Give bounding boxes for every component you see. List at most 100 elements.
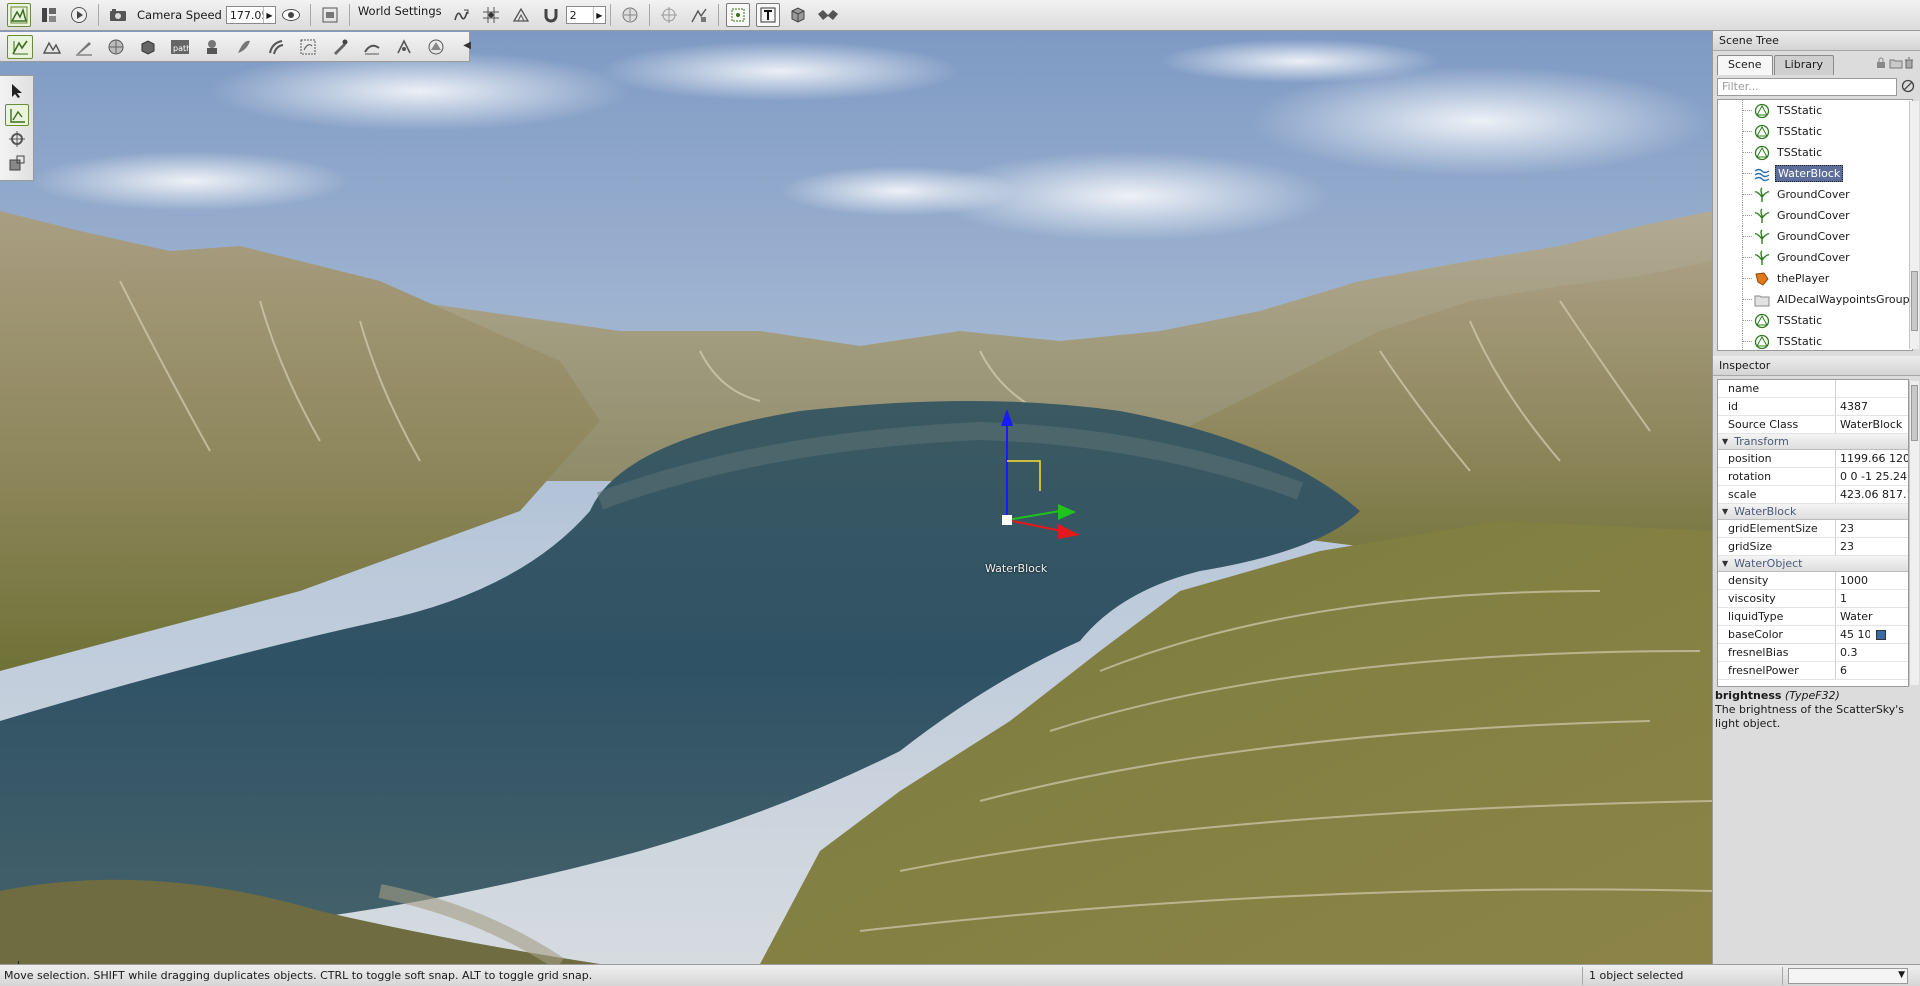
property-value[interactable]: 1 (1836, 590, 1908, 607)
tree-item-tsstatic[interactable]: TSStatic (1718, 310, 1912, 331)
visibility-eye-icon[interactable] (279, 3, 303, 27)
scrollbar-thumb[interactable] (1911, 271, 1918, 331)
scene-filter-input[interactable]: Filter... (1717, 78, 1897, 96)
world-editor-icon[interactable] (7, 3, 31, 27)
world-transform-icon[interactable] (725, 3, 750, 27)
select-arrow-icon[interactable] (5, 80, 29, 102)
object-snap-icon[interactable] (509, 3, 533, 27)
property-value[interactable]: 423.06 817.1 (1836, 486, 1908, 503)
property-value[interactable]: 6 (1836, 662, 1908, 679)
property-row-position[interactable]: position 1199.66 120 (1718, 450, 1908, 468)
tree-item-theplayer[interactable]: thePlayer (1718, 268, 1912, 289)
property-row-grid-element-size[interactable]: gridElementSize 23 (1718, 520, 1908, 538)
tree-item-aidecalwaypointsgroup[interactable]: AIDecalWaypointsGroup (1718, 289, 1912, 310)
tree-item-groundcover[interactable]: GroundCover (1718, 247, 1912, 268)
drop-at-camera-icon[interactable] (816, 3, 840, 27)
property-row-viscosity[interactable]: viscosity 1 (1718, 590, 1908, 608)
bounds-center-icon[interactable] (687, 3, 711, 27)
3d-viewport[interactable]: WaterBlock (0, 31, 1712, 964)
grid-snap-icon[interactable] (479, 3, 503, 27)
scene-tree-scrollbar[interactable] (1909, 101, 1919, 349)
property-row-grid-size[interactable]: gridSize 23 (1718, 538, 1908, 556)
inspector-scrollbar[interactable] (1909, 381, 1919, 685)
camera-icon[interactable] (106, 3, 130, 27)
river-editor-icon[interactable] (295, 35, 321, 59)
color-swatch[interactable] (1876, 629, 1886, 640)
snap-size-arrow-icon[interactable]: ▶ (592, 7, 605, 23)
property-value[interactable]: WaterBlock (1836, 416, 1908, 433)
selection-mode-icon[interactable] (618, 3, 642, 27)
camera-view-icon[interactable] (318, 3, 342, 27)
terrain-editor-icon[interactable] (39, 35, 65, 59)
collapse-triangle-icon[interactable]: ▼ (1722, 559, 1728, 568)
object-center-icon[interactable] (657, 3, 681, 27)
property-row-rotation[interactable]: rotation 0 0 -1 25.24 (1718, 468, 1908, 486)
chevron-down-icon[interactable]: ▼ (1898, 970, 1905, 980)
tree-item-tsstatic[interactable]: TSStatic (1718, 142, 1912, 163)
property-value[interactable]: Water (1836, 608, 1908, 625)
palette-collapse-icon[interactable]: ◀ (463, 40, 471, 51)
tree-item-tsstatic[interactable]: TSStatic (1718, 100, 1912, 121)
terrain-painter-icon[interactable] (71, 35, 97, 59)
tree-item-groundcover[interactable]: GroundCover (1718, 184, 1912, 205)
sketch-tool-icon[interactable] (135, 35, 161, 59)
clear-filter-icon[interactable] (1901, 79, 1915, 96)
gui-editor-icon[interactable] (37, 3, 61, 27)
property-value[interactable]: 45 108 (1836, 626, 1908, 643)
lock-icon[interactable] (1875, 57, 1887, 69)
particle-editor-icon[interactable] (391, 35, 417, 59)
property-row-source-class[interactable]: Source Class WaterBlock (1718, 416, 1908, 434)
property-row-density[interactable]: density 1000 (1718, 572, 1908, 590)
delete-icon[interactable] (1903, 57, 1915, 69)
play-game-icon[interactable] (67, 3, 91, 27)
property-row-id[interactable]: id 4387 (1718, 398, 1908, 416)
forest-editor-icon[interactable] (231, 35, 257, 59)
datablock-editor-icon[interactable]: path (167, 35, 193, 59)
snap-size-field[interactable]: 2 ▶ (565, 6, 606, 24)
scrollbar-thumb[interactable] (1911, 385, 1918, 441)
collapse-triangle-icon[interactable]: ▼ (1722, 437, 1728, 446)
property-value[interactable]: 1000 (1836, 572, 1908, 589)
snap-to-terrain-icon[interactable] (449, 3, 473, 27)
status-dropdown[interactable]: ▼ (1788, 968, 1908, 984)
tree-item-groundcover[interactable]: GroundCover (1718, 205, 1912, 226)
group-waterblock[interactable]: ▼ WaterBlock (1718, 504, 1908, 520)
tree-item-tsstatic[interactable]: TSStatic (1718, 121, 1912, 142)
rotate-tool-icon[interactable] (5, 128, 29, 150)
tree-item-tsstatic[interactable]: TSStatic (1718, 331, 1912, 350)
property-value[interactable]: 0.3 (1836, 644, 1908, 661)
navmesh-editor-icon[interactable] (359, 35, 385, 59)
tree-item-groundcover[interactable]: GroundCover (1718, 226, 1912, 247)
scale-tool-icon[interactable] (5, 152, 29, 174)
road-editor-icon[interactable] (327, 35, 353, 59)
new-folder-icon[interactable] (1889, 57, 1903, 69)
camera-speed-field[interactable]: 177.05 ▶ (225, 6, 276, 24)
tab-library[interactable]: Library (1773, 55, 1835, 75)
property-value[interactable]: 4387 (1836, 398, 1908, 415)
decal-editor-icon[interactable] (199, 35, 225, 59)
group-transform[interactable]: ▼ Transform (1718, 434, 1908, 450)
object-editor-icon[interactable] (7, 34, 33, 59)
magnet-icon[interactable] (539, 3, 563, 27)
property-row-scale[interactable]: scale 423.06 817.1 (1718, 486, 1908, 504)
property-row-fresnel-bias[interactable]: fresnelBias 0.3 (1718, 644, 1908, 662)
mesh-road-icon[interactable] (263, 35, 289, 59)
camera-speed-arrow-icon[interactable]: ▶ (263, 7, 275, 23)
property-value[interactable]: 23 (1836, 538, 1908, 555)
property-row-base-color[interactable]: baseColor 45 108 (1718, 626, 1908, 644)
property-row-fresnel-power[interactable]: fresnelPower 6 (1718, 662, 1908, 680)
tree-item-waterblock[interactable]: WaterBlock (1718, 163, 1912, 184)
tab-scene[interactable]: Scene (1717, 55, 1773, 75)
group-waterobject[interactable]: ▼ WaterObject (1718, 556, 1908, 572)
shape-editor-icon[interactable] (423, 35, 449, 59)
fit-view-icon[interactable] (786, 3, 810, 27)
property-value[interactable]: 0 0 -1 25.24 (1836, 468, 1908, 485)
property-row-name[interactable]: name (1718, 380, 1908, 398)
property-value[interactable]: 1199.66 120 (1836, 450, 1908, 467)
world-settings-button[interactable]: World Settings (358, 4, 442, 18)
material-editor-icon[interactable] (103, 35, 129, 59)
property-row-liquid-type[interactable]: liquidType Water (1718, 608, 1908, 626)
move-tool-icon[interactable] (4, 104, 29, 126)
text-labels-icon[interactable] (755, 3, 780, 27)
collapse-triangle-icon[interactable]: ▼ (1722, 507, 1728, 516)
